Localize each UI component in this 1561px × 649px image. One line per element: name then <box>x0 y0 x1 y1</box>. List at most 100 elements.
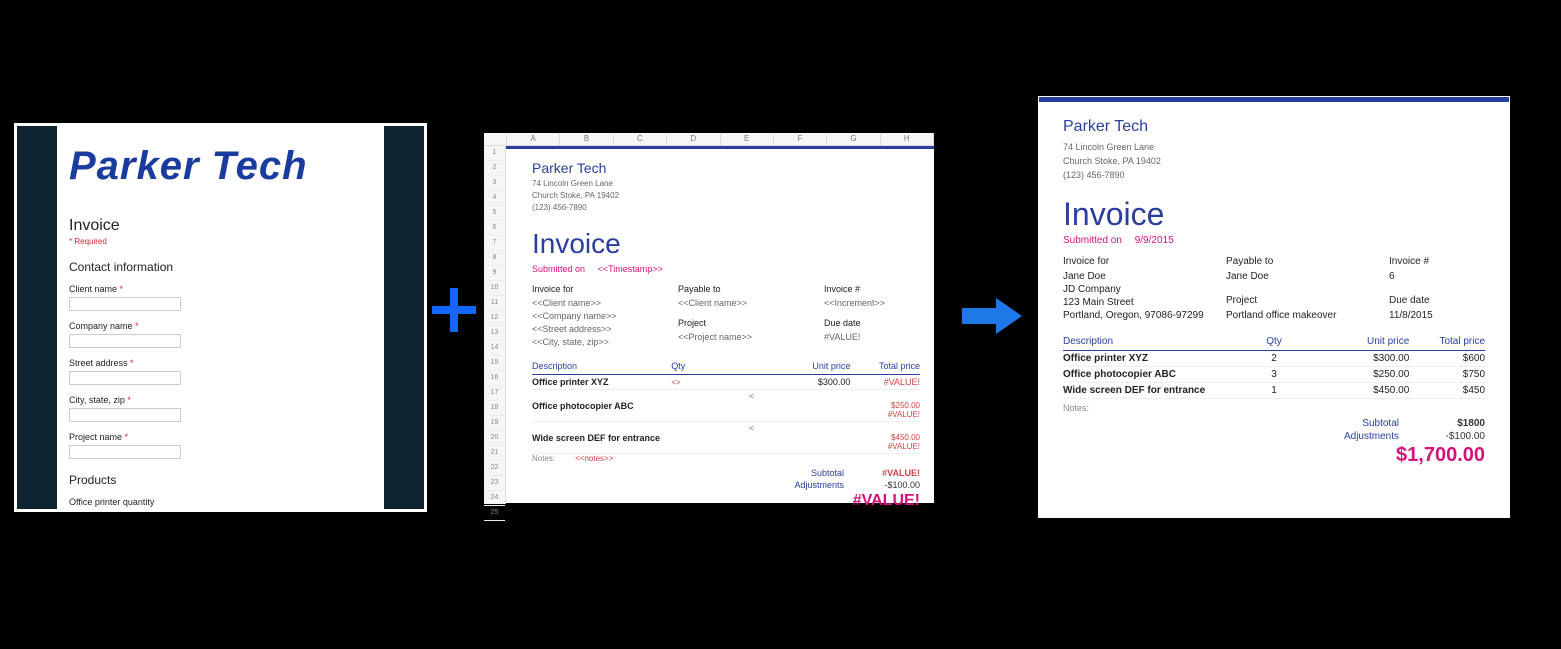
row-header[interactable]: 9 <box>484 266 505 281</box>
row-header[interactable]: 14 <box>484 341 505 356</box>
meta-invoice-for: Invoice for <box>1063 256 1220 267</box>
header-accent-bar <box>506 146 934 149</box>
input-company[interactable] <box>69 334 181 348</box>
required-asterisk: * <box>120 284 124 294</box>
row-header[interactable]: 19 <box>484 416 505 431</box>
cell-desc: Office photocopier ABC <box>1063 369 1214 380</box>
submitted-value: <<Timestamp>> <box>598 264 663 274</box>
row-header[interactable]: 11 <box>484 296 505 311</box>
label-product1: Office printer quantity <box>69 497 154 507</box>
arrow-icon <box>962 296 1022 336</box>
field-client: Client name * <box>69 284 372 311</box>
row-header[interactable]: 5 <box>484 206 505 221</box>
cell-desc: Office printer XYZ <box>1063 353 1214 364</box>
ph-street: <<Street address>> <box>532 323 672 336</box>
required-asterisk: * <box>130 358 134 368</box>
val-company: JD Company <box>1063 283 1220 296</box>
row-header[interactable]: 13 <box>484 326 505 341</box>
row-header[interactable]: 20 <box>484 431 505 446</box>
th-desc: Description <box>532 361 671 371</box>
col-E[interactable]: E <box>721 133 774 145</box>
company-name: Parker Tech <box>532 160 920 176</box>
row-header[interactable]: 24 <box>484 491 505 506</box>
row-header[interactable]: 3 <box>484 176 505 191</box>
adjustments-label: Adjustments <box>794 480 844 490</box>
notes-label: Notes: <box>1063 403 1485 413</box>
row-header[interactable]: 1 <box>484 146 505 161</box>
row-header[interactable]: 16 <box>484 371 505 386</box>
required-asterisk: * <box>135 321 139 331</box>
cell-qty: <> <box>671 378 780 387</box>
submitted-label: Submitted on <box>1063 235 1122 246</box>
table-row: Office printer XYZ<>$300.00#VALUE! <box>532 375 920 390</box>
notes-placeholder: <<notes>> <box>575 454 613 463</box>
cell-total: $450 <box>1409 385 1485 396</box>
table-row: Office printer XYZ2$300.00$600 <box>1063 351 1485 367</box>
th-qty: Qty <box>1214 336 1333 347</box>
cell-qty: 1 <box>1214 385 1333 396</box>
row-header[interactable]: 25 <box>484 506 505 521</box>
output-document-panel: Parker Tech 74 Lincoln Green Lane Church… <box>1039 97 1509 517</box>
meta-invoice-num: Invoice # <box>1389 256 1479 267</box>
form-title: Invoice <box>69 217 372 235</box>
row-header[interactable]: 18 <box>484 401 505 416</box>
col-D[interactable]: D <box>667 133 720 145</box>
row-header[interactable]: 22 <box>484 461 505 476</box>
val-payable: Jane Doe <box>1226 270 1383 283</box>
field-project: Project name * <box>69 432 372 459</box>
input-city[interactable] <box>69 408 181 422</box>
col-C[interactable]: C <box>614 133 667 145</box>
col-A[interactable]: A <box>507 133 560 145</box>
col-G[interactable]: G <box>827 133 880 145</box>
cell-desc: Wide screen DEF for entrance <box>1063 385 1214 396</box>
row-header[interactable]: 7 <box>484 236 505 251</box>
col-F[interactable]: F <box>774 133 827 145</box>
cell-unit: $300.00 <box>1334 353 1410 364</box>
adjustments-label: Adjustments <box>1344 431 1399 442</box>
val-client: Jane Doe <box>1063 270 1220 283</box>
row-header[interactable]: 23 <box>484 476 505 491</box>
company-logo: Parker Tech <box>69 144 372 189</box>
label-street: Street address <box>69 358 128 368</box>
th-total: Total price <box>850 361 920 371</box>
cell-unit: $450.00 <box>1334 385 1410 396</box>
company-phone: (123) 456-7890 <box>1063 168 1485 182</box>
row-header[interactable]: 17 <box>484 386 505 401</box>
row-header[interactable]: 2 <box>484 161 505 176</box>
cell-total: $600 <box>1409 353 1485 364</box>
table-row: Wide screen DEF for entrance1$450.00$450 <box>1063 383 1485 399</box>
row-header[interactable]: 12 <box>484 311 505 326</box>
col-B[interactable]: B <box>560 133 613 145</box>
cell-unit: $250.00 <box>1334 369 1410 380</box>
company-addr2: Church Stoke, PA 19402 <box>532 190 920 202</box>
invoice-heading: Invoice <box>532 228 920 260</box>
input-client[interactable] <box>69 297 181 311</box>
th-qty: Qty <box>671 361 780 371</box>
input-project[interactable] <box>69 445 181 459</box>
grand-total: #VALUE! <box>853 492 920 510</box>
row-header[interactable]: 15 <box>484 356 505 371</box>
ph-city: <<City, state, zip>> <box>532 336 672 349</box>
invoice-heading: Invoice <box>1063 196 1485 233</box>
meta-due-date: Due date <box>1389 295 1479 306</box>
cell-unit: $450.00 <box>749 433 920 442</box>
th-desc: Description <box>1063 336 1214 347</box>
column-headers: A B C D E F G H <box>484 133 934 146</box>
ph-payable: <<Client name>> <box>678 297 818 310</box>
col-H[interactable]: H <box>881 133 934 145</box>
row-header[interactable]: 6 <box>484 221 505 236</box>
input-street[interactable] <box>69 371 181 385</box>
form-panel: Parker Tech Invoice * Required Contact i… <box>14 123 427 512</box>
cell-unit: $300.00 <box>781 377 851 387</box>
subtotal-value: #VALUE! <box>860 468 920 478</box>
form-sidebar-right <box>384 126 424 509</box>
row-header[interactable]: 21 <box>484 446 505 461</box>
row-header[interactable]: 8 <box>484 251 505 266</box>
th-total: Total price <box>1409 336 1485 347</box>
row-header[interactable]: 4 <box>484 191 505 206</box>
form-sidebar-left <box>17 126 57 509</box>
section-contact: Contact information <box>69 260 372 274</box>
company-phone: (123) 456-7890 <box>532 202 920 214</box>
row-header[interactable]: 10 <box>484 281 505 296</box>
meta-invoice-num: Invoice # <box>824 284 914 294</box>
